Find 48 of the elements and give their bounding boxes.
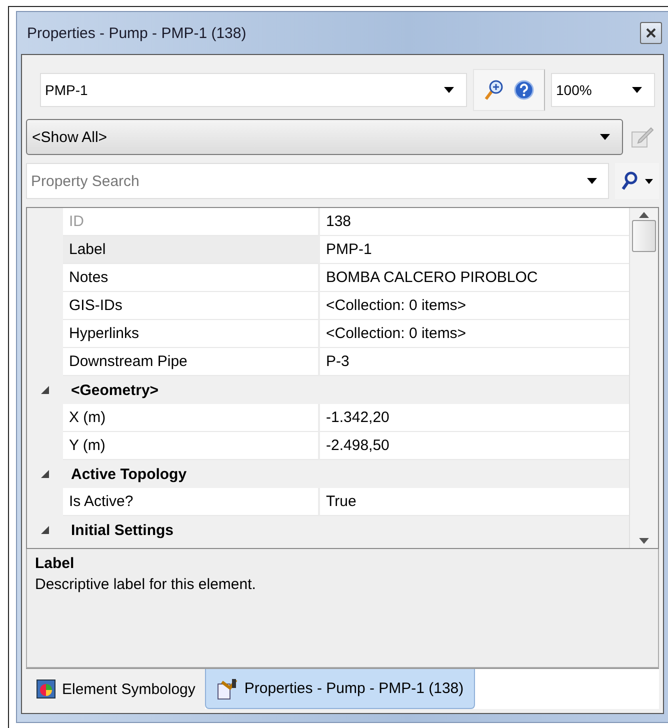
collapse-triangle-icon[interactable] xyxy=(41,526,49,534)
category-header[interactable]: Initial Settings xyxy=(63,522,629,538)
color-wheel-icon xyxy=(36,679,56,699)
property-name[interactable]: Downstream Pipe xyxy=(63,348,320,376)
property-search-field[interactable]: Property Search xyxy=(26,163,609,199)
category-header[interactable]: Active Topology xyxy=(63,466,629,482)
element-dropdown[interactable]: PMP-1 xyxy=(40,73,467,107)
property-value[interactable]: BOMBA CALCERO PIROBLOC xyxy=(320,264,629,292)
collapse-triangle-icon[interactable] xyxy=(41,386,49,394)
property-name[interactable]: Y (m) xyxy=(63,432,320,460)
dropdown-caret-icon[interactable] xyxy=(632,87,642,93)
property-name[interactable]: Notes xyxy=(63,264,320,292)
dropdown-caret-icon[interactable] xyxy=(587,178,597,184)
property-value[interactable]: -1.342,20 xyxy=(320,404,629,432)
close-button[interactable] xyxy=(640,22,662,44)
scrollbar[interactable] xyxy=(629,208,658,548)
dropdown-caret-icon[interactable] xyxy=(600,134,610,140)
category-header[interactable]: <Geometry> xyxy=(63,382,629,398)
search-icon xyxy=(621,171,639,191)
scroll-up-icon[interactable] xyxy=(639,212,649,218)
window-title: Properties - Pump - PMP-1 (138) xyxy=(26,24,246,42)
zoom-in-icon[interactable] xyxy=(484,79,504,101)
property-value[interactable]: P-3 xyxy=(320,348,629,376)
property-value[interactable]: <Collection: 0 items> xyxy=(320,292,629,320)
description-text: Descriptive label for this element. xyxy=(35,576,257,593)
property-value[interactable]: True xyxy=(320,488,629,516)
property-name[interactable]: Is Active? xyxy=(63,488,320,516)
property-name[interactable]: Hyperlinks xyxy=(63,320,320,348)
properties-sheet-icon xyxy=(216,678,238,700)
dropdown-caret-icon[interactable] xyxy=(444,87,454,93)
property-value[interactable]: PMP-1 xyxy=(320,236,629,264)
zoom-dropdown[interactable]: 100% xyxy=(551,73,655,107)
panel-tab[interactable]: Element Symbology xyxy=(26,669,206,709)
close-icon xyxy=(646,28,656,38)
property-value[interactable]: <Collection: 0 items> xyxy=(320,320,629,348)
search-button[interactable] xyxy=(615,163,659,199)
scroll-down-icon[interactable] xyxy=(639,538,649,544)
caret-icon xyxy=(645,178,653,184)
property-name[interactable]: X (m) xyxy=(63,404,320,432)
property-name[interactable]: GIS-IDs xyxy=(63,292,320,320)
scroll-thumb[interactable] xyxy=(632,220,656,252)
help-icon[interactable] xyxy=(514,80,534,100)
collapse-triangle-icon[interactable] xyxy=(41,470,49,478)
property-value[interactable]: -2.498,50 xyxy=(320,432,629,460)
description-title: Label xyxy=(35,555,76,572)
property-name[interactable]: Label xyxy=(63,236,320,264)
filter-dropdown[interactable]: <Show All> xyxy=(26,119,623,155)
panel-tab[interactable]: Properties - Pump - PMP-1 (138) xyxy=(205,669,475,709)
